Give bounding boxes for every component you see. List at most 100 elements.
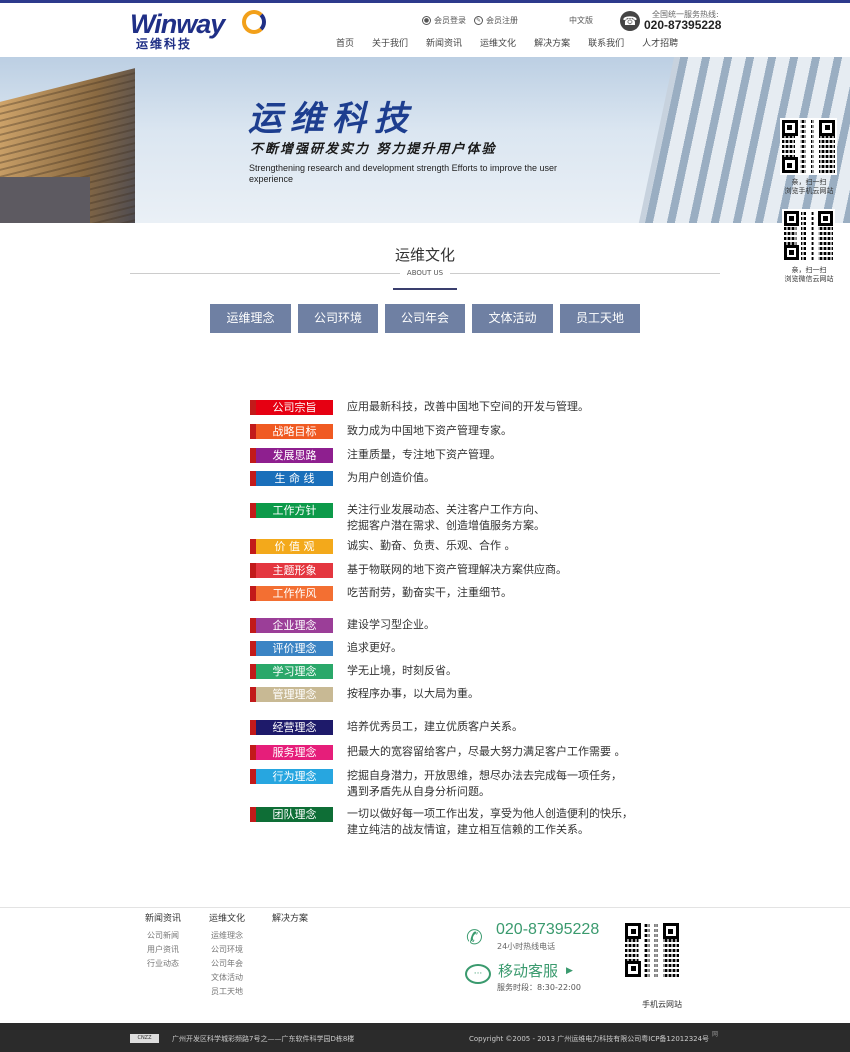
value-text: 挖掘客户潜在需求、创造增值服务方案。 xyxy=(347,519,545,532)
section-title: 运维文化 xyxy=(394,246,455,264)
value-text: 为用户创造价值。 xyxy=(347,471,435,484)
tab-philosophy[interactable]: 运维理念 xyxy=(210,304,291,333)
footer-link[interactable]: 公司年会 xyxy=(209,957,245,971)
side-qr-wechat-caption: 亲，扫一扫 浏览微信云网站 xyxy=(778,266,840,284)
logo-ring-icon xyxy=(242,10,266,34)
footer-col-title[interactable]: 解决方案 xyxy=(272,912,308,926)
footer-link[interactable]: 公司新闻 xyxy=(145,929,181,943)
banner-subtitle: 不断增强研发实力 努力提升用户体验 xyxy=(250,142,497,157)
tab-environment[interactable]: 公司环境 xyxy=(298,304,378,333)
value-tag: 企业理念 xyxy=(250,618,333,633)
hotline-number: 020-87395228 xyxy=(644,18,722,32)
value-text: 遇到矛盾先从自身分析问题。 xyxy=(347,785,490,798)
footer-link[interactable]: 员工天地 xyxy=(209,985,245,999)
building-left-base xyxy=(0,177,90,223)
footer-col-news: 新闻资讯 公司新闻 用户资讯 行业动态 xyxy=(145,912,181,971)
value-text: 把最大的宽容留给客户，尽最大努力满足客户工作需要 。 xyxy=(347,745,626,758)
value-text: 学无止境，时刻反省。 xyxy=(347,664,457,677)
footer-divider xyxy=(0,907,850,908)
top-accent-line xyxy=(0,0,850,3)
value-text: 一切以做好每一项工作出发，享受为他人创造便利的快乐， xyxy=(347,807,633,820)
banner-title: 运维科技 xyxy=(248,99,416,139)
nav-item-news[interactable]: 新闻资讯 xyxy=(426,38,462,50)
nav-item-home[interactable]: 首页 xyxy=(336,38,354,50)
value-text: 致力成为中国地下资产管理专家。 xyxy=(347,424,512,437)
banner-subtitle-en: Strengthening research and development s… xyxy=(249,163,558,184)
footer-phone: 020-87395228 xyxy=(496,921,600,938)
footer-wang: 网 xyxy=(712,1031,719,1038)
member-login-label: 会员登录 xyxy=(434,16,466,25)
value-tag: 公司宗旨 xyxy=(250,400,333,415)
mobile-service-link[interactable]: 移动客服 xyxy=(498,962,558,981)
nav-item-culture[interactable]: 运维文化 xyxy=(480,38,516,50)
side-qr-mobile xyxy=(780,118,837,175)
member-login-link[interactable]: ● 会员登录 xyxy=(422,16,466,26)
section-underline xyxy=(393,288,457,290)
cnzz-badge[interactable]: CNZZ xyxy=(130,1034,159,1043)
nav-item-about[interactable]: 关于我们 xyxy=(372,38,408,50)
footer-link[interactable]: 用户资讯 xyxy=(145,943,181,957)
value-text: 基于物联网的地下资产管理解决方案供应商。 xyxy=(347,563,567,576)
tab-staff[interactable]: 员工天地 xyxy=(560,304,640,333)
footer-link[interactable]: 公司环境 xyxy=(209,943,245,957)
side-qr-mobile-caption: 亲，扫一扫 浏览手机云网站 xyxy=(778,178,840,196)
value-text: 诚实、勤奋、负责、乐观、合作 。 xyxy=(347,539,516,552)
member-register-label: 会员注册 xyxy=(486,16,518,25)
bottom-bar xyxy=(0,1023,850,1052)
value-text: 关注行业发展动态、关注客户工作方向、 xyxy=(347,503,545,516)
value-tag: 行为理念 xyxy=(250,769,333,784)
phone-handset-icon: ✆ xyxy=(466,925,483,949)
value-tag: 主题形象 xyxy=(250,563,333,578)
value-text: 吃苦耐劳，勤奋实干，注重细节。 xyxy=(347,586,512,599)
arrow-right-icon: ▶ xyxy=(566,966,573,976)
pen-icon: ✎ xyxy=(474,16,483,25)
value-tag: 发展思路 xyxy=(250,448,333,463)
value-text: 培养优秀员工，建立优质客户关系。 xyxy=(347,720,523,733)
footer-phone-note: 24小时热线电话 xyxy=(497,942,556,951)
value-tag: 价 值 观 xyxy=(250,539,333,554)
value-tag: 生 命 线 xyxy=(250,471,333,486)
footer-col-culture: 运维文化 运维理念 公司环境 公司年会 文体活动 员工天地 xyxy=(209,912,245,999)
user-icon: ● xyxy=(422,16,431,25)
nav-item-solutions[interactable]: 解决方案 xyxy=(534,38,570,50)
logo-chinese: 运维科技 xyxy=(136,37,193,51)
side-qr-wechat-caption-2: 浏览微信云网站 xyxy=(784,275,834,283)
footer-link[interactable]: 文体活动 xyxy=(209,971,245,985)
chat-bubble-icon[interactable]: ··· xyxy=(465,964,491,984)
main-nav: 首页 关于我们 新闻资讯 运维文化 解决方案 联系我们 人才招聘 xyxy=(336,38,696,50)
value-tag: 经营理念 xyxy=(250,720,333,735)
logo-wordmark: Winway xyxy=(130,9,225,39)
value-text: 应用最新科技，改善中国地下空间的开发与管理。 xyxy=(347,400,589,413)
footer-qr xyxy=(623,921,681,979)
member-register-link[interactable]: ✎ 会员注册 xyxy=(474,16,518,26)
language-switch[interactable]: 中文版 xyxy=(569,16,593,26)
value-text: 按程序办事，以大局为重。 xyxy=(347,687,479,700)
nav-item-jobs[interactable]: 人才招聘 xyxy=(642,38,678,50)
nav-item-contact[interactable]: 联系我们 xyxy=(588,38,624,50)
value-text: 挖掘自身潜力，开放思维，想尽办法去完成每一项任务， xyxy=(347,769,622,782)
hero-banner: 运维科技 不断增强研发实力 努力提升用户体验 Strengthening res… xyxy=(0,57,850,223)
footer-link[interactable]: 运维理念 xyxy=(209,929,245,943)
telephone-icon: ☎ xyxy=(620,11,640,31)
footer-col-title: 运维文化 xyxy=(209,914,246,924)
footer-col-title: 新闻资讯 xyxy=(145,914,182,924)
value-text: 注重质量，专注地下资产管理。 xyxy=(347,448,501,461)
logo[interactable]: Winway 运维科技 xyxy=(130,9,280,51)
side-qr-wechat-caption-1: 亲，扫一扫 xyxy=(791,266,827,274)
footer-col-solutions: 解决方案 xyxy=(272,912,308,929)
side-qr-mobile-caption-1: 亲，扫一扫 xyxy=(791,178,827,186)
value-tag: 学习理念 xyxy=(250,664,333,679)
value-tag: 服务理念 xyxy=(250,745,333,760)
value-tag: 工作作风 xyxy=(250,586,333,601)
tab-activities[interactable]: 文体活动 xyxy=(472,304,553,333)
value-tag: 团队理念 xyxy=(250,807,333,822)
tab-annual-meeting[interactable]: 公司年会 xyxy=(385,304,465,333)
value-tag: 管理理念 xyxy=(250,687,333,702)
section-subtitle-en: ABOUT US xyxy=(400,269,450,278)
footer-copyright: Copyright ©2005 - 2013 广州运维电力科技有限公司粤ICP备… xyxy=(469,1035,710,1043)
footer-address: 广州开发区科学城彩频路7号之——广东软件科学园D栋8楼 xyxy=(172,1035,355,1043)
value-text: 建设学习型企业。 xyxy=(347,618,435,631)
value-tag: 战略目标 xyxy=(250,424,333,439)
footer-link[interactable]: 行业动态 xyxy=(145,957,181,971)
side-qr-mobile-caption-2: 浏览手机云网站 xyxy=(784,187,834,195)
